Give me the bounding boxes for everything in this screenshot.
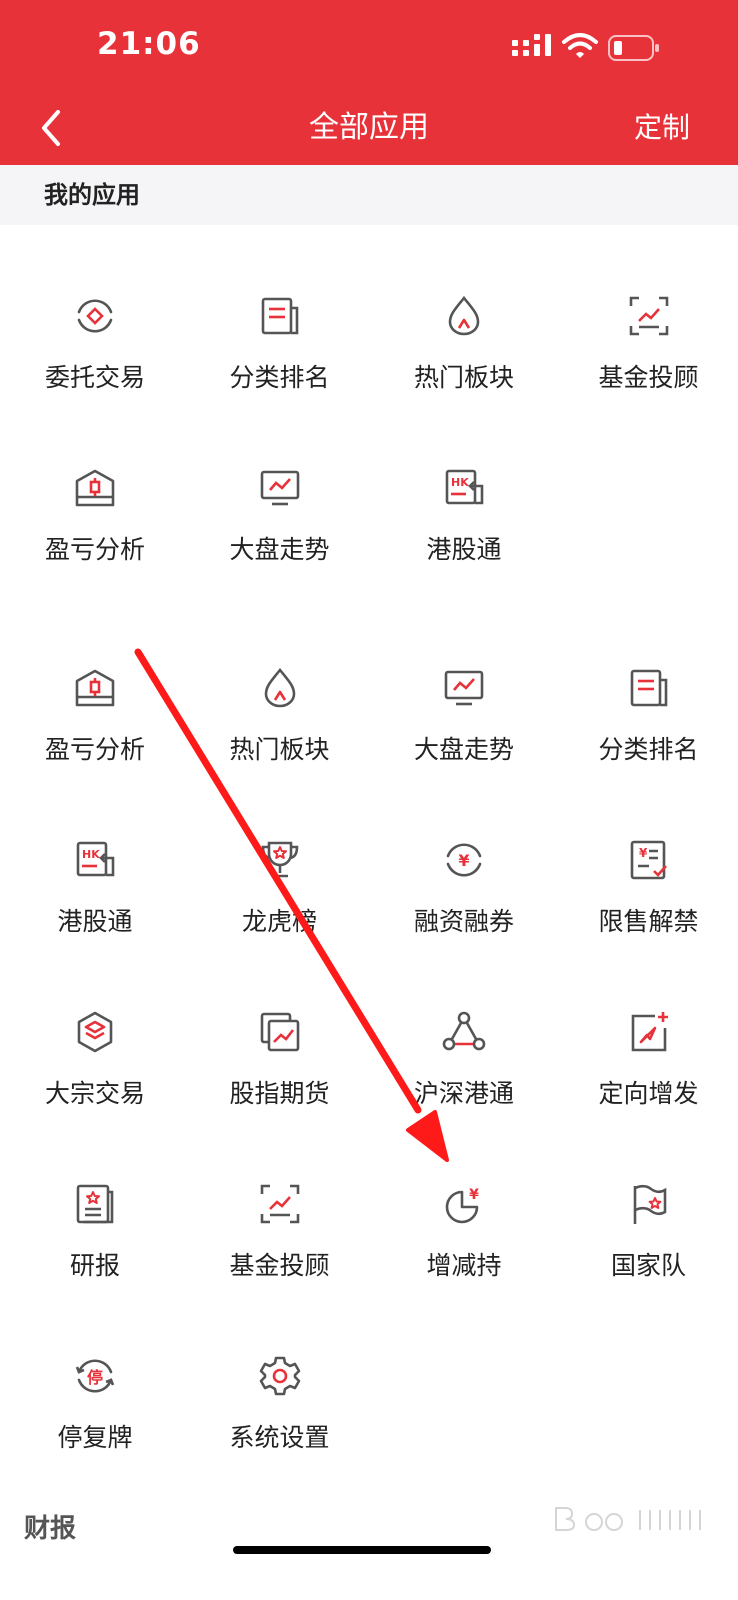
margin-trading-icon: ¥ [446, 843, 482, 877]
baidu-jingyan-watermark-icon [555, 1507, 701, 1531]
app-tile[interactable]: 分类排名 [554, 630, 738, 802]
app-tile[interactable]: 股指期货 [185, 974, 370, 1146]
app-label: 盈亏分析 [44, 735, 145, 764]
stock-connect-icon [442, 1011, 486, 1051]
app-tile[interactable]: 大盘走势 [185, 430, 370, 602]
app-label: 港股通 [426, 535, 502, 564]
customize-button[interactable]: 定制 [634, 106, 690, 150]
financial-report-section-title: 财报 [24, 1514, 77, 1544]
page-title: 全部应用 [309, 110, 429, 145]
app-label: 定向增发 [598, 1079, 699, 1108]
app-tile[interactable]: 热门板块 [185, 630, 370, 802]
app-tile[interactable]: 分类排名 [185, 258, 370, 430]
category-rank-icon [630, 669, 667, 707]
app-tile[interactable]: ¥ 融资融券 [369, 802, 554, 974]
app-tile[interactable]: 大盘走势 [369, 630, 554, 802]
app-label: 港股通 [57, 907, 133, 936]
app-label: 股指期货 [229, 1079, 330, 1108]
holding-change-icon: ¥ [445, 1187, 479, 1224]
app-label: 沪深港通 [413, 1079, 514, 1108]
market-trend-icon [444, 670, 484, 706]
home-indicator[interactable] [233, 1546, 491, 1554]
app-tile[interactable]: HK 港股通 [369, 430, 554, 602]
block-trade-icon [77, 1011, 113, 1053]
app-tile[interactable]: 盈亏分析 [0, 430, 185, 602]
app-tile[interactable]: 大宗交易 [0, 974, 185, 1146]
app-tile[interactable]: 国家队 [554, 1146, 738, 1318]
app-tile[interactable]: 研报 [0, 1146, 185, 1318]
market-trend-icon [260, 470, 299, 506]
svg-text:¥: ¥ [458, 851, 469, 870]
app-label: 热门板块 [229, 735, 330, 764]
category-rank-icon [261, 297, 298, 335]
app-label: 龙虎榜 [241, 907, 317, 936]
app-tile[interactable]: 委托交易 [0, 258, 185, 430]
app-label: 基金投顾 [598, 363, 699, 392]
app-label: 分类排名 [229, 363, 330, 392]
suspension-icon: 停 [75, 1359, 115, 1393]
entrust-trade-icon [77, 299, 113, 333]
app-label: 大宗交易 [44, 1079, 145, 1108]
app-label: 限售解禁 [598, 907, 699, 936]
app-tile[interactable]: HK 港股通 [0, 802, 185, 974]
my-apps-grid: 委托交易 分类排名 热门板块 基金投顾 盈亏分析 大盘走势 HK 港股通 [0, 258, 738, 602]
app-tile[interactable]: 沪深港通 [369, 974, 554, 1146]
app-label: 大盘走势 [229, 535, 330, 564]
app-label: 委托交易 [44, 363, 145, 392]
svg-text:HK: HK [451, 476, 469, 489]
fund-advisor-icon [260, 1184, 299, 1224]
app-tile[interactable]: ¥ 增减持 [369, 1146, 554, 1318]
svg-text:HK: HK [82, 848, 100, 861]
app-label: 融资融券 [413, 907, 514, 936]
svg-text:¥: ¥ [639, 846, 648, 860]
hk-connect-icon: HK [76, 841, 115, 877]
profit-loss-icon [75, 669, 115, 707]
app-tile[interactable]: 基金投顾 [185, 1146, 370, 1318]
flame-icon [264, 667, 295, 708]
app-label: 系统设置 [229, 1423, 330, 1452]
trophy-icon [261, 841, 298, 878]
gear-icon [259, 1356, 300, 1396]
app-label: 热门板块 [413, 363, 514, 392]
app-tile[interactable]: ¥ 限售解禁 [554, 802, 738, 974]
national-team-icon [633, 1184, 666, 1224]
my-apps-title: 我的应用 [44, 181, 140, 209]
app-tile[interactable]: 盈亏分析 [0, 630, 185, 802]
restricted-release-icon: ¥ [630, 840, 667, 880]
app-label: 研报 [69, 1251, 120, 1280]
app-label: 盈亏分析 [44, 535, 145, 564]
app-tile[interactable]: 热门板块 [369, 258, 554, 430]
app-tile[interactable]: 系统设置 [185, 1318, 370, 1490]
app-tile[interactable]: 定向增发 [554, 974, 738, 1146]
header-bar: 21:06 全部应用 定制 [0, 0, 738, 165]
app-tile[interactable]: 停 停复牌 [0, 1318, 185, 1490]
my-apps-section-header: 我的应用 [0, 165, 738, 225]
app-label: 分类排名 [598, 735, 699, 764]
private-placement-icon [631, 1012, 668, 1052]
battery-icon [608, 35, 659, 61]
profit-loss-icon [75, 469, 115, 507]
app-label: 基金投顾 [229, 1251, 330, 1280]
app-tile[interactable]: 基金投顾 [554, 258, 738, 430]
flame-icon [448, 295, 480, 336]
status-time: 21:06 [97, 26, 201, 62]
app-label: 增减持 [426, 1251, 502, 1280]
app-label: 停复牌 [57, 1423, 133, 1452]
index-futures-icon [260, 1012, 299, 1052]
fund-advisor-icon [629, 296, 668, 336]
research-report-icon [76, 1184, 114, 1224]
svg-text:¥: ¥ [469, 1187, 479, 1203]
wifi-icon [562, 33, 598, 58]
all-apps-grid: 盈亏分析 热门板块 大盘走势 分类排名 HK 港股通 龙虎榜 ¥ 融资融券 ¥ … [0, 630, 738, 1490]
hk-connect-icon: HK [445, 469, 484, 505]
svg-text:停: 停 [87, 1368, 103, 1387]
cellular-signal-icon [512, 34, 551, 56]
app-label: 国家队 [610, 1251, 686, 1280]
app-label: 大盘走势 [413, 735, 514, 764]
app-tile[interactable]: 龙虎榜 [185, 802, 370, 974]
